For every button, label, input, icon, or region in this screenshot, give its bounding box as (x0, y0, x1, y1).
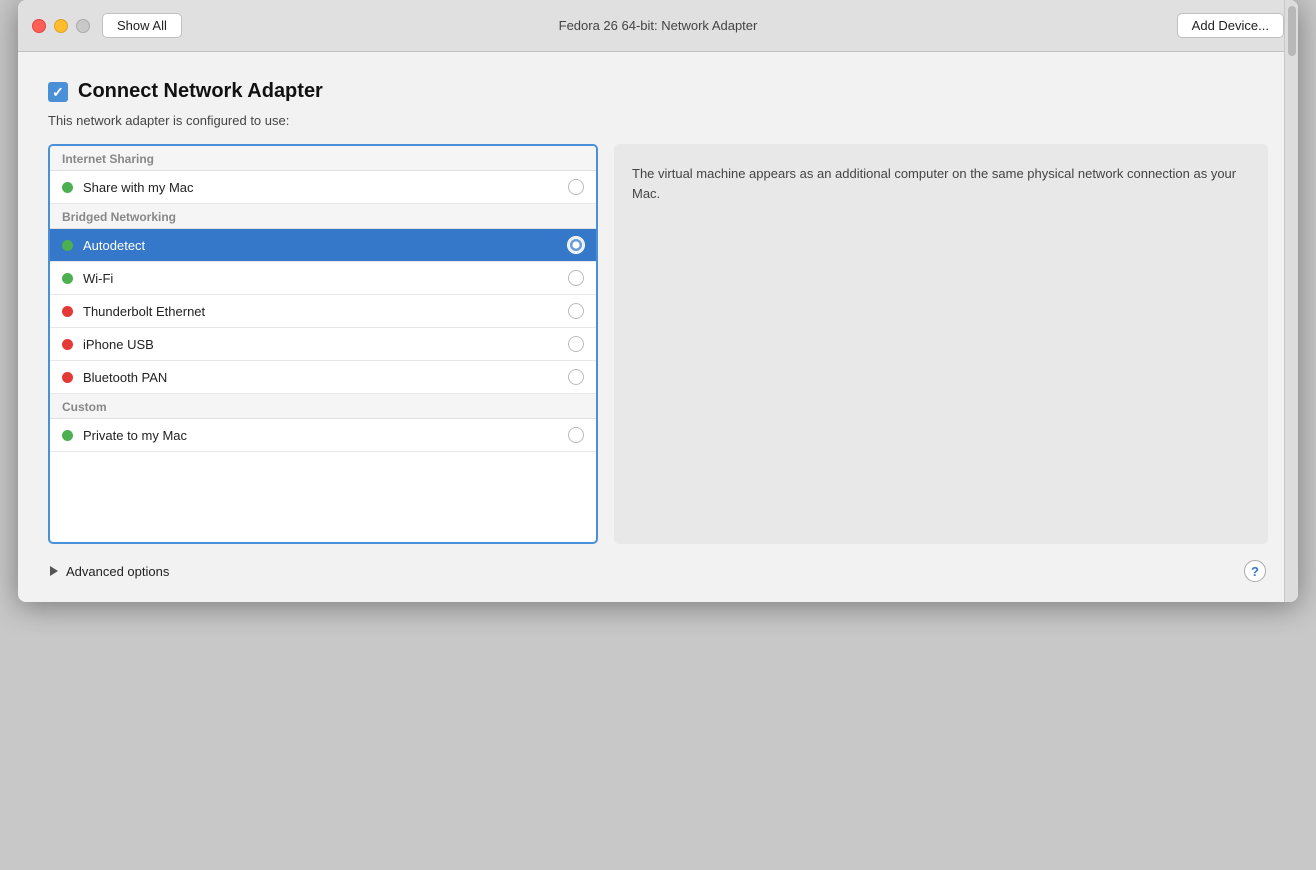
description-text: The virtual machine appears as an additi… (632, 164, 1250, 203)
list-item-wifi[interactable]: Wi-Fi (50, 262, 596, 295)
item-label-thunderbolt: Thunderbolt Ethernet (83, 304, 568, 319)
close-button[interactable] (32, 19, 46, 33)
list-item-share-mac[interactable]: Share with my Mac (50, 171, 596, 204)
item-label-wifi: Wi-Fi (83, 271, 568, 286)
window-title: Fedora 26 64-bit: Network Adapter (559, 18, 758, 33)
list-item-autodetect[interactable]: Autodetect (50, 229, 596, 262)
status-dot-autodetect (62, 240, 73, 251)
list-item-thunderbolt[interactable]: Thunderbolt Ethernet (50, 295, 596, 328)
network-type-list: Internet Sharing Share with my Mac Bridg… (48, 144, 598, 544)
titlebar: Show All Fedora 26 64-bit: Network Adapt… (18, 0, 1298, 52)
main-title: Connect Network Adapter (78, 80, 323, 103)
list-item-bluetooth[interactable]: Bluetooth PAN (50, 361, 596, 394)
radio-autodetect[interactable] (568, 237, 584, 253)
item-label-bluetooth: Bluetooth PAN (83, 370, 568, 385)
connect-checkbox[interactable] (48, 82, 68, 102)
advanced-options-toggle[interactable]: Advanced options (50, 564, 169, 579)
header-row: Connect Network Adapter (48, 80, 1268, 103)
two-column-layout: Internet Sharing Share with my Mac Bridg… (48, 144, 1268, 544)
status-dot-private (62, 430, 73, 441)
list-item-private-mac[interactable]: Private to my Mac (50, 419, 596, 452)
add-device-button[interactable]: Add Device... (1177, 13, 1284, 38)
item-label-share-mac: Share with my Mac (83, 180, 568, 195)
status-dot-iphone (62, 339, 73, 350)
section-header-bridged: Bridged Networking (50, 204, 596, 229)
help-button[interactable]: ? (1244, 560, 1266, 582)
scrollbar[interactable] (1284, 0, 1298, 602)
minimize-button[interactable] (54, 19, 68, 33)
item-label-autodetect: Autodetect (83, 238, 568, 253)
radio-thunderbolt[interactable] (568, 303, 584, 319)
radio-private-mac[interactable] (568, 427, 584, 443)
status-dot-wifi (62, 273, 73, 284)
maximize-button[interactable] (76, 19, 90, 33)
bottom-row: Advanced options ? (48, 560, 1268, 582)
radio-wifi[interactable] (568, 270, 584, 286)
radio-share-mac[interactable] (568, 179, 584, 195)
subtitle: This network adapter is configured to us… (48, 113, 1268, 128)
advanced-options-label: Advanced options (66, 564, 169, 579)
item-label-iphone-usb: iPhone USB (83, 337, 568, 352)
list-item-iphone-usb[interactable]: iPhone USB (50, 328, 596, 361)
show-all-button[interactable]: Show All (102, 13, 182, 38)
section-header-custom: Custom (50, 394, 596, 419)
status-dot-green (62, 182, 73, 193)
scrollbar-thumb (1288, 6, 1296, 56)
content-area: Connect Network Adapter This network ada… (18, 52, 1298, 602)
item-label-private-mac: Private to my Mac (83, 428, 568, 443)
status-dot-thunderbolt (62, 306, 73, 317)
status-dot-bluetooth (62, 372, 73, 383)
radio-iphone-usb[interactable] (568, 336, 584, 352)
section-header-internet-sharing: Internet Sharing (50, 146, 596, 171)
expand-triangle-icon (50, 566, 58, 576)
description-panel: The virtual machine appears as an additi… (614, 144, 1268, 544)
radio-bluetooth[interactable] (568, 369, 584, 385)
traffic-lights (32, 19, 90, 33)
